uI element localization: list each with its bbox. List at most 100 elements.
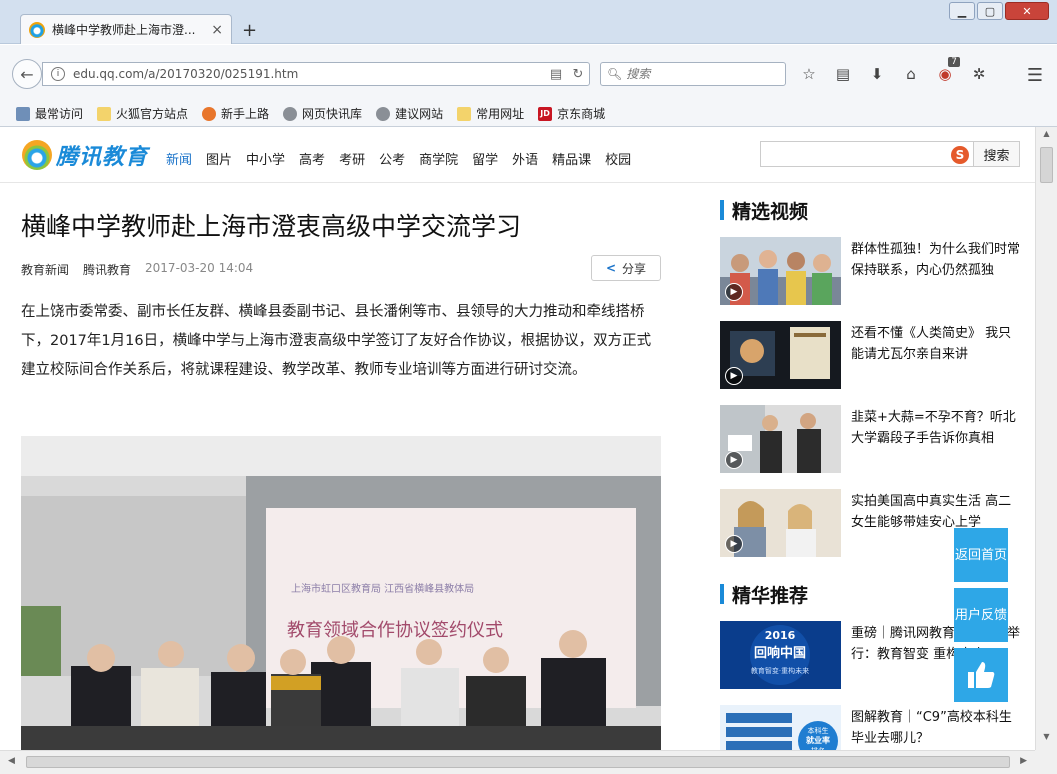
search-box[interactable]: 🔍︎ xyxy=(600,62,786,86)
nav-pictures[interactable]: 图片 xyxy=(206,149,232,168)
nav-languages[interactable]: 外语 xyxy=(512,149,538,168)
tab-title: 横峰中学教师赴上海市澄... xyxy=(52,23,196,37)
bookmark-most-visited[interactable]: 最常访问 xyxy=(16,105,83,122)
site-search-input[interactable]: S xyxy=(760,141,974,167)
section-accent-bar xyxy=(720,584,724,604)
logo-text: 腾讯教育 xyxy=(56,145,149,170)
tencent-logo-icon xyxy=(22,140,52,170)
thumbs-up-icon xyxy=(968,662,995,688)
new-tab-button[interactable]: + xyxy=(242,20,257,41)
bookmarks-bar: 最常访问 火狐官方站点 新手上路 网页快讯库 建议网站 常用网址 JD 京东商城 xyxy=(0,101,1057,127)
vertical-scrollbar[interactable]: ▲ ▼ xyxy=(1035,127,1057,750)
nav-gaokao[interactable]: 高考 xyxy=(299,149,325,168)
close-window-button[interactable]: ✕ xyxy=(1005,2,1049,20)
globe-icon xyxy=(283,106,298,121)
addon-icon[interactable]: ◉ 7 xyxy=(932,57,960,85)
recommend-item[interactable]: 本科生就业率排名 图解教育｜“C9”高校本科生毕业去哪儿？ xyxy=(720,705,1025,750)
jd-icon: JD xyxy=(538,106,553,121)
video-caption[interactable]: 韭菜+大蒜=不孕不育？听北大学霸段子手告诉你真相 xyxy=(851,407,1023,449)
share-label: 分享 xyxy=(622,261,647,276)
play-icon[interactable]: ▶ xyxy=(725,451,743,469)
vertical-scroll-thumb[interactable] xyxy=(1040,147,1053,183)
svg-text:本科生: 本科生 xyxy=(808,726,829,735)
toolbar-icons: ☆ ▤ ⬇ ⌂ ◉ 7 ✲ xyxy=(796,57,992,85)
recommend-caption[interactable]: 图解教育｜“C9”高校本科生毕业去哪儿？ xyxy=(851,707,1023,749)
article-title: 横峰中学教师赴上海市澄衷高级中学交流学习 xyxy=(21,212,522,241)
scroll-right-arrow-icon[interactable]: ▶ xyxy=(1020,756,1027,766)
article-category[interactable]: 教育新闻 xyxy=(21,261,69,278)
video-item[interactable]: ▶ 韭菜+大蒜=不孕不育？听北大学霸段子手告诉你真相 xyxy=(720,405,1025,475)
photo-banner-line1: 上海市虹口区教育局 江西省横峰县教体局 xyxy=(291,582,474,595)
video-thumbnail[interactable]: ▶ xyxy=(720,321,841,389)
qq-favicon-icon xyxy=(29,21,45,38)
video-thumbnail[interactable]: ▶ xyxy=(720,237,841,305)
reload-icon[interactable]: ↻ xyxy=(567,67,589,82)
nav-study-abroad[interactable]: 留学 xyxy=(472,149,498,168)
scroll-left-arrow-icon[interactable]: ◀ xyxy=(8,756,15,766)
c9-employment-thumb: 本科生就业率排名 xyxy=(720,705,841,750)
recommend-thumbnail[interactable]: 本科生就业率排名 xyxy=(720,705,841,750)
recommend-thumbnail[interactable]: 2016 回响中国 教育智变·重构未来 xyxy=(720,621,841,689)
videos-section-title: 精选视频 xyxy=(720,197,1025,223)
horizontal-scroll-thumb[interactable] xyxy=(26,756,1010,768)
home-icon[interactable]: ⌂ xyxy=(898,63,924,85)
nav-courses[interactable]: 精品课 xyxy=(552,149,591,168)
nav-news[interactable]: 新闻 xyxy=(166,149,192,168)
library-icon[interactable]: ▤ xyxy=(830,63,856,85)
nav-campus[interactable]: 校园 xyxy=(605,149,631,168)
video-thumbnail[interactable]: ▶ xyxy=(720,405,841,473)
video-caption[interactable]: 实拍美国高中真实生活 高二女生能够带娃安心上学 xyxy=(851,491,1023,533)
bookmark-web-slices[interactable]: 网页快讯库 xyxy=(283,105,362,122)
address-bar[interactable]: i ▤ ↻ xyxy=(42,62,590,86)
site-logo[interactable]: 腾讯教育 xyxy=(22,139,148,171)
video-thumbnail[interactable]: ▶ xyxy=(720,489,841,557)
title-bar: 横峰中学教师赴上海市澄... × + ▁ ▢ ✕ xyxy=(0,0,1057,44)
article-body: 在上饶市委常委、副市长任友群、横峰县委副书记、县长潘俐等市、县领导的大力推动和牵… xyxy=(21,304,652,378)
extension-icon[interactable]: ✲ xyxy=(966,63,992,85)
video-item[interactable]: ▶ 群体性孤独！为什么我们时常保持联系，内心仍然孤独 xyxy=(720,237,1025,307)
minimize-button[interactable]: ▁ xyxy=(949,2,975,20)
scroll-down-arrow-icon[interactable]: ▼ xyxy=(1036,732,1057,748)
back-to-home-button[interactable]: 返回首页 xyxy=(954,528,1008,582)
search-input[interactable] xyxy=(626,67,777,81)
nav-civil-exam[interactable]: 公考 xyxy=(379,149,405,168)
info-icon[interactable]: i xyxy=(51,67,65,81)
video-caption[interactable]: 群体性孤独！为什么我们时常保持联系，内心仍然孤独 xyxy=(851,239,1023,281)
horizontal-scrollbar[interactable]: ◀ ▶ xyxy=(0,750,1035,774)
browser-tab[interactable]: 横峰中学教师赴上海市澄... × xyxy=(20,14,232,44)
folder-icon xyxy=(457,106,472,121)
thumbs-up-button[interactable] xyxy=(954,648,1008,702)
article-source[interactable]: 腾讯教育 xyxy=(83,261,131,278)
share-button[interactable]: < 分享 xyxy=(591,255,661,281)
back-button[interactable]: ← xyxy=(12,59,42,89)
user-feedback-button[interactable]: 用户反馈 xyxy=(954,588,1008,642)
play-icon[interactable]: ▶ xyxy=(725,367,743,385)
navigation-toolbar: i ▤ ↻ ← 🔍︎ ☆ ▤ ⬇ ⌂ ◉7 ✲ ☰ xyxy=(0,45,1057,101)
bookmark-suggested-sites[interactable]: 建议网站 xyxy=(376,105,443,122)
maximize-button[interactable]: ▢ xyxy=(977,2,1003,20)
nav-kaoyan[interactable]: 考研 xyxy=(339,149,365,168)
url-input[interactable] xyxy=(73,67,545,81)
bookmark-firefox-official[interactable]: 火狐官方站点 xyxy=(97,105,188,122)
nav-k12[interactable]: 中小学 xyxy=(246,149,285,168)
bookmark-jd[interactable]: JD 京东商城 xyxy=(538,105,605,122)
close-tab-icon[interactable]: × xyxy=(211,22,223,38)
menu-icon[interactable]: ☰ xyxy=(1027,65,1043,86)
scroll-up-arrow-icon[interactable]: ▲ xyxy=(1036,129,1057,145)
nav-business-school[interactable]: 商学院 xyxy=(419,149,458,168)
site-search-button[interactable]: 搜索 xyxy=(974,141,1020,167)
window-controls: ▁ ▢ ✕ xyxy=(949,2,1049,20)
download-icon[interactable]: ⬇ xyxy=(864,63,890,85)
firefox-icon xyxy=(202,106,217,121)
video-item[interactable]: ▶ 还看不懂《人类简史》 我只能请尤瓦尔亲自来讲 xyxy=(720,321,1025,391)
bookmark-getting-started[interactable]: 新手上路 xyxy=(202,105,269,122)
play-icon[interactable]: ▶ xyxy=(725,283,743,301)
play-icon[interactable]: ▶ xyxy=(725,535,743,553)
video-caption[interactable]: 还看不懂《人类简史》 我只能请尤瓦尔亲自来讲 xyxy=(851,323,1023,365)
bookmark-star-icon[interactable]: ☆ xyxy=(796,63,822,85)
share-icon: < xyxy=(605,261,617,275)
article-meta: 教育新闻 腾讯教育 2017-03-20 14:04 xyxy=(21,261,253,278)
reader-view-icon[interactable]: ▤ xyxy=(545,67,567,82)
bookmark-common-sites[interactable]: 常用网址 xyxy=(457,105,524,122)
site-nav: 新闻 图片 中小学 高考 考研 公考 商学院 留学 外语 精品课 校园 xyxy=(166,149,631,168)
